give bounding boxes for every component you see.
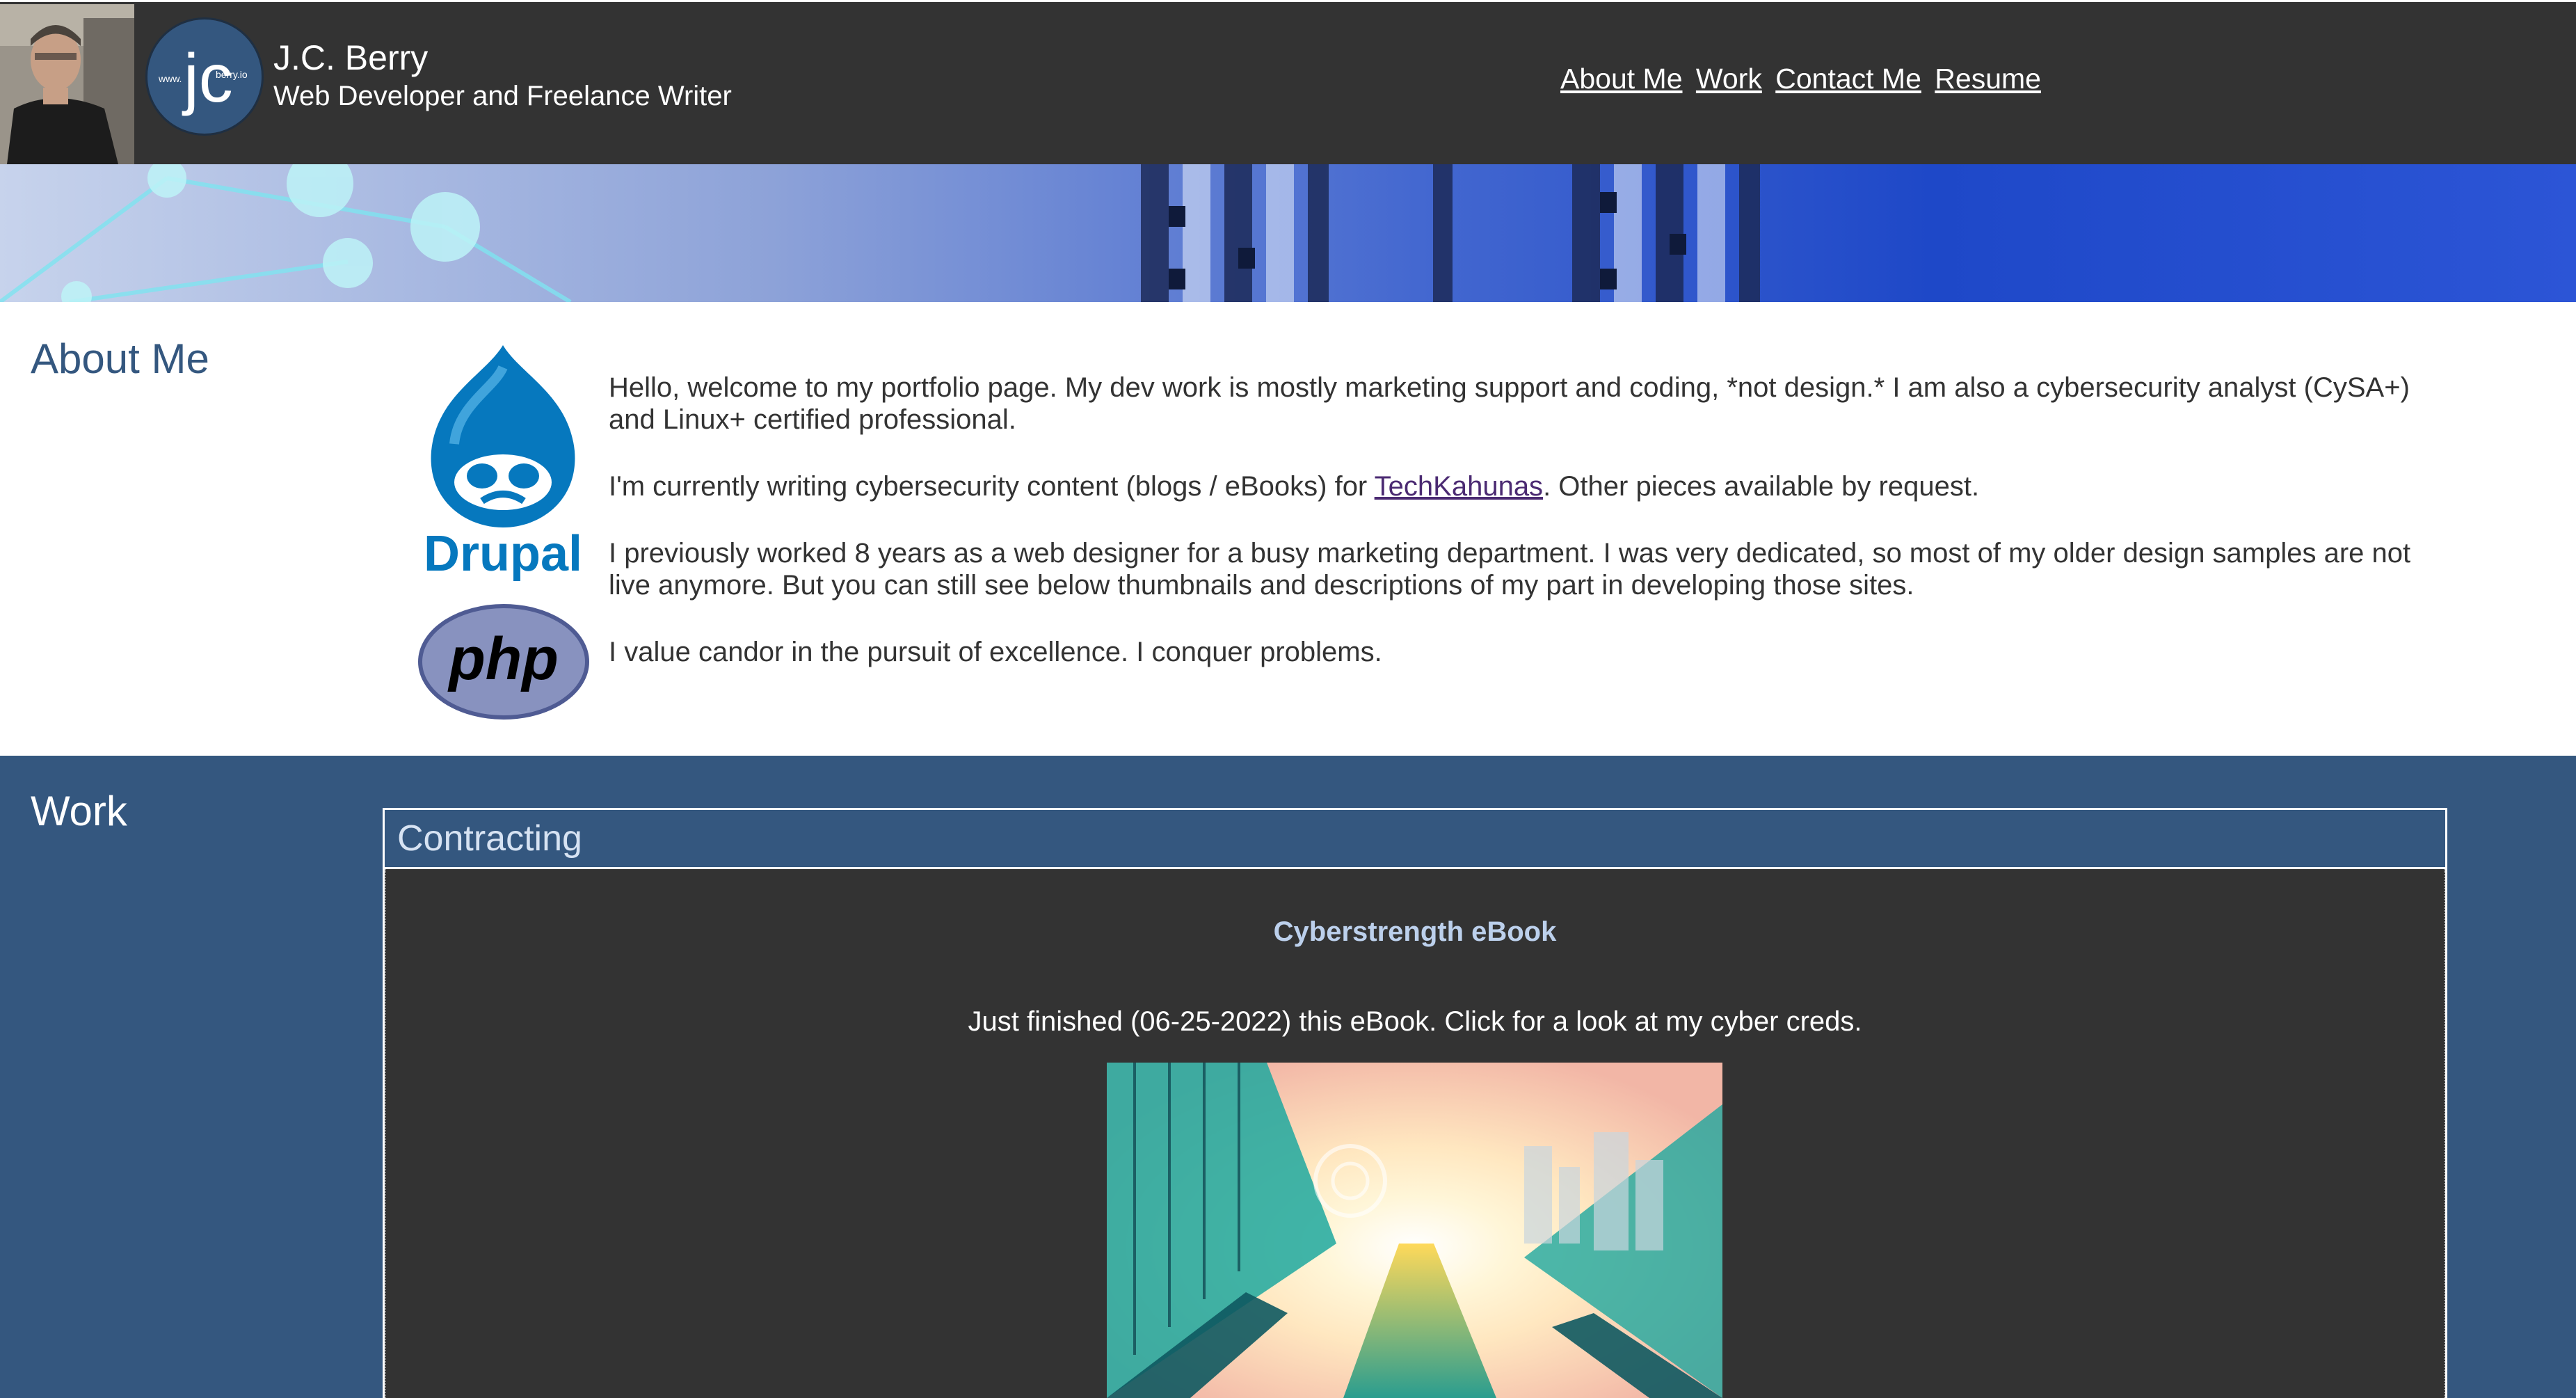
nav-work[interactable]: Work	[1696, 63, 1762, 95]
main-nav: About Me Work Contact Me Resume	[1560, 61, 2047, 97]
contracting-heading: Contracting	[385, 810, 2445, 869]
site-name: J.C. Berry	[273, 38, 429, 77]
site-logo[interactable]: www. berry.io jc	[145, 17, 264, 136]
logo-www-text: www.	[158, 73, 182, 84]
about-paragraph-history: I previously worked 8 years as a web des…	[609, 538, 2411, 601]
about-paragraph-values: I value candor in the pursuit of excelle…	[609, 637, 1382, 667]
about-section: About Me Drupal php Hello, welcome to my…	[0, 302, 2576, 756]
logo-initials: jc	[182, 40, 233, 116]
about-paragraph-intro: Hello, welcome to my portfolio page. My …	[609, 372, 2410, 435]
ebook-thumbnail[interactable]	[1107, 1063, 1722, 1398]
about-heading: About Me	[31, 335, 209, 382]
work-heading: Work	[31, 788, 127, 834]
hero-banner	[0, 164, 2576, 302]
drupal-wordmark: Drupal	[424, 526, 582, 582]
site-tagline: Web Developer and Freelance Writer	[273, 81, 732, 111]
ebook-title: Cyberstrength eBook	[1273, 916, 1557, 947]
profile-photo	[0, 4, 134, 164]
nav-resume[interactable]: Resume	[1935, 63, 2041, 95]
work-section: Work Contracting Cyberstrength eBook Jus…	[0, 756, 2576, 1398]
php-logo: php	[417, 603, 590, 721]
drupal-logo: Drupal	[416, 340, 590, 583]
about-text: Hello, welcome to my portfolio page. My …	[609, 372, 2431, 703]
php-wordmark: php	[447, 626, 559, 692]
techkahunas-link[interactable]: TechKahunas	[1375, 471, 1543, 502]
nav-contact-me[interactable]: Contact Me	[1775, 63, 1921, 95]
ebook-description: Just finished (06-25-2022) this eBook. C…	[968, 1006, 1862, 1037]
about-paragraph-current: I'm currently writing cybersecurity cont…	[609, 471, 1980, 502]
site-header: www. berry.io jc J.C. Berry Web Develope…	[0, 0, 2576, 164]
nav-about-me[interactable]: About Me	[1560, 63, 1683, 95]
